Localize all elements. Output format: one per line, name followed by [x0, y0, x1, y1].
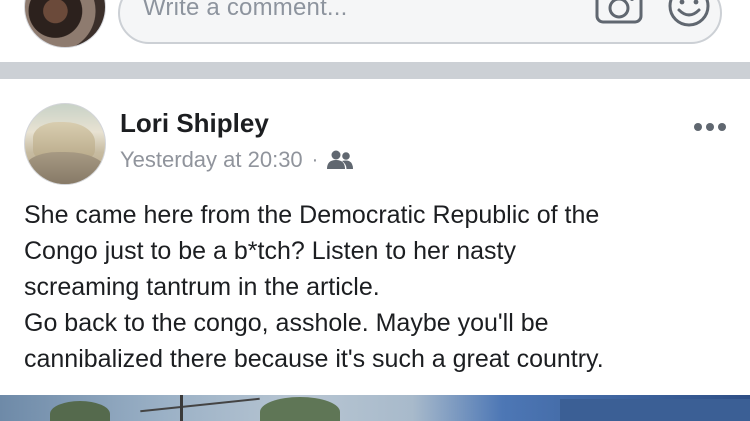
post-timestamp[interactable]: Yesterday at 20:30 [120, 147, 303, 173]
more-horizontal-icon[interactable] [693, 117, 727, 137]
image-pole [180, 395, 183, 421]
current-user-avatar[interactable] [24, 0, 106, 48]
camera-icon[interactable] [595, 0, 643, 24]
comment-composer: Write a comment... [0, 0, 750, 62]
feed-divider [0, 62, 750, 79]
author-avatar[interactable] [24, 103, 106, 185]
post-text-line: Go back to the congo, asshole. Maybe you… [24, 309, 549, 337]
post-text-line: Congo just to be a b*tch? Listen to her … [24, 237, 516, 265]
post-text-line: She came here from the Democratic Republ… [24, 201, 600, 229]
smiley-icon[interactable] [665, 0, 713, 28]
post-text-line: cannibalized there because it's such a g… [24, 345, 604, 373]
image-tree [50, 401, 110, 421]
post-meta: Yesterday at 20:30 · [120, 147, 354, 173]
image-tree [260, 397, 340, 421]
image-wire [140, 397, 260, 413]
post-attached-image[interactable] [0, 395, 750, 421]
image-building [560, 399, 750, 421]
author-name[interactable]: Lori Shipley [120, 108, 269, 139]
comment-input[interactable]: Write a comment... [118, 0, 722, 44]
meta-separator: · [311, 148, 319, 171]
friends-icon [327, 150, 354, 169]
comment-placeholder: Write a comment... [143, 0, 348, 21]
post-text: She came here from the Democratic Republ… [24, 197, 734, 377]
avatar-rock [25, 152, 105, 184]
post-text-line: screaming tantrum in the article. [24, 273, 380, 301]
